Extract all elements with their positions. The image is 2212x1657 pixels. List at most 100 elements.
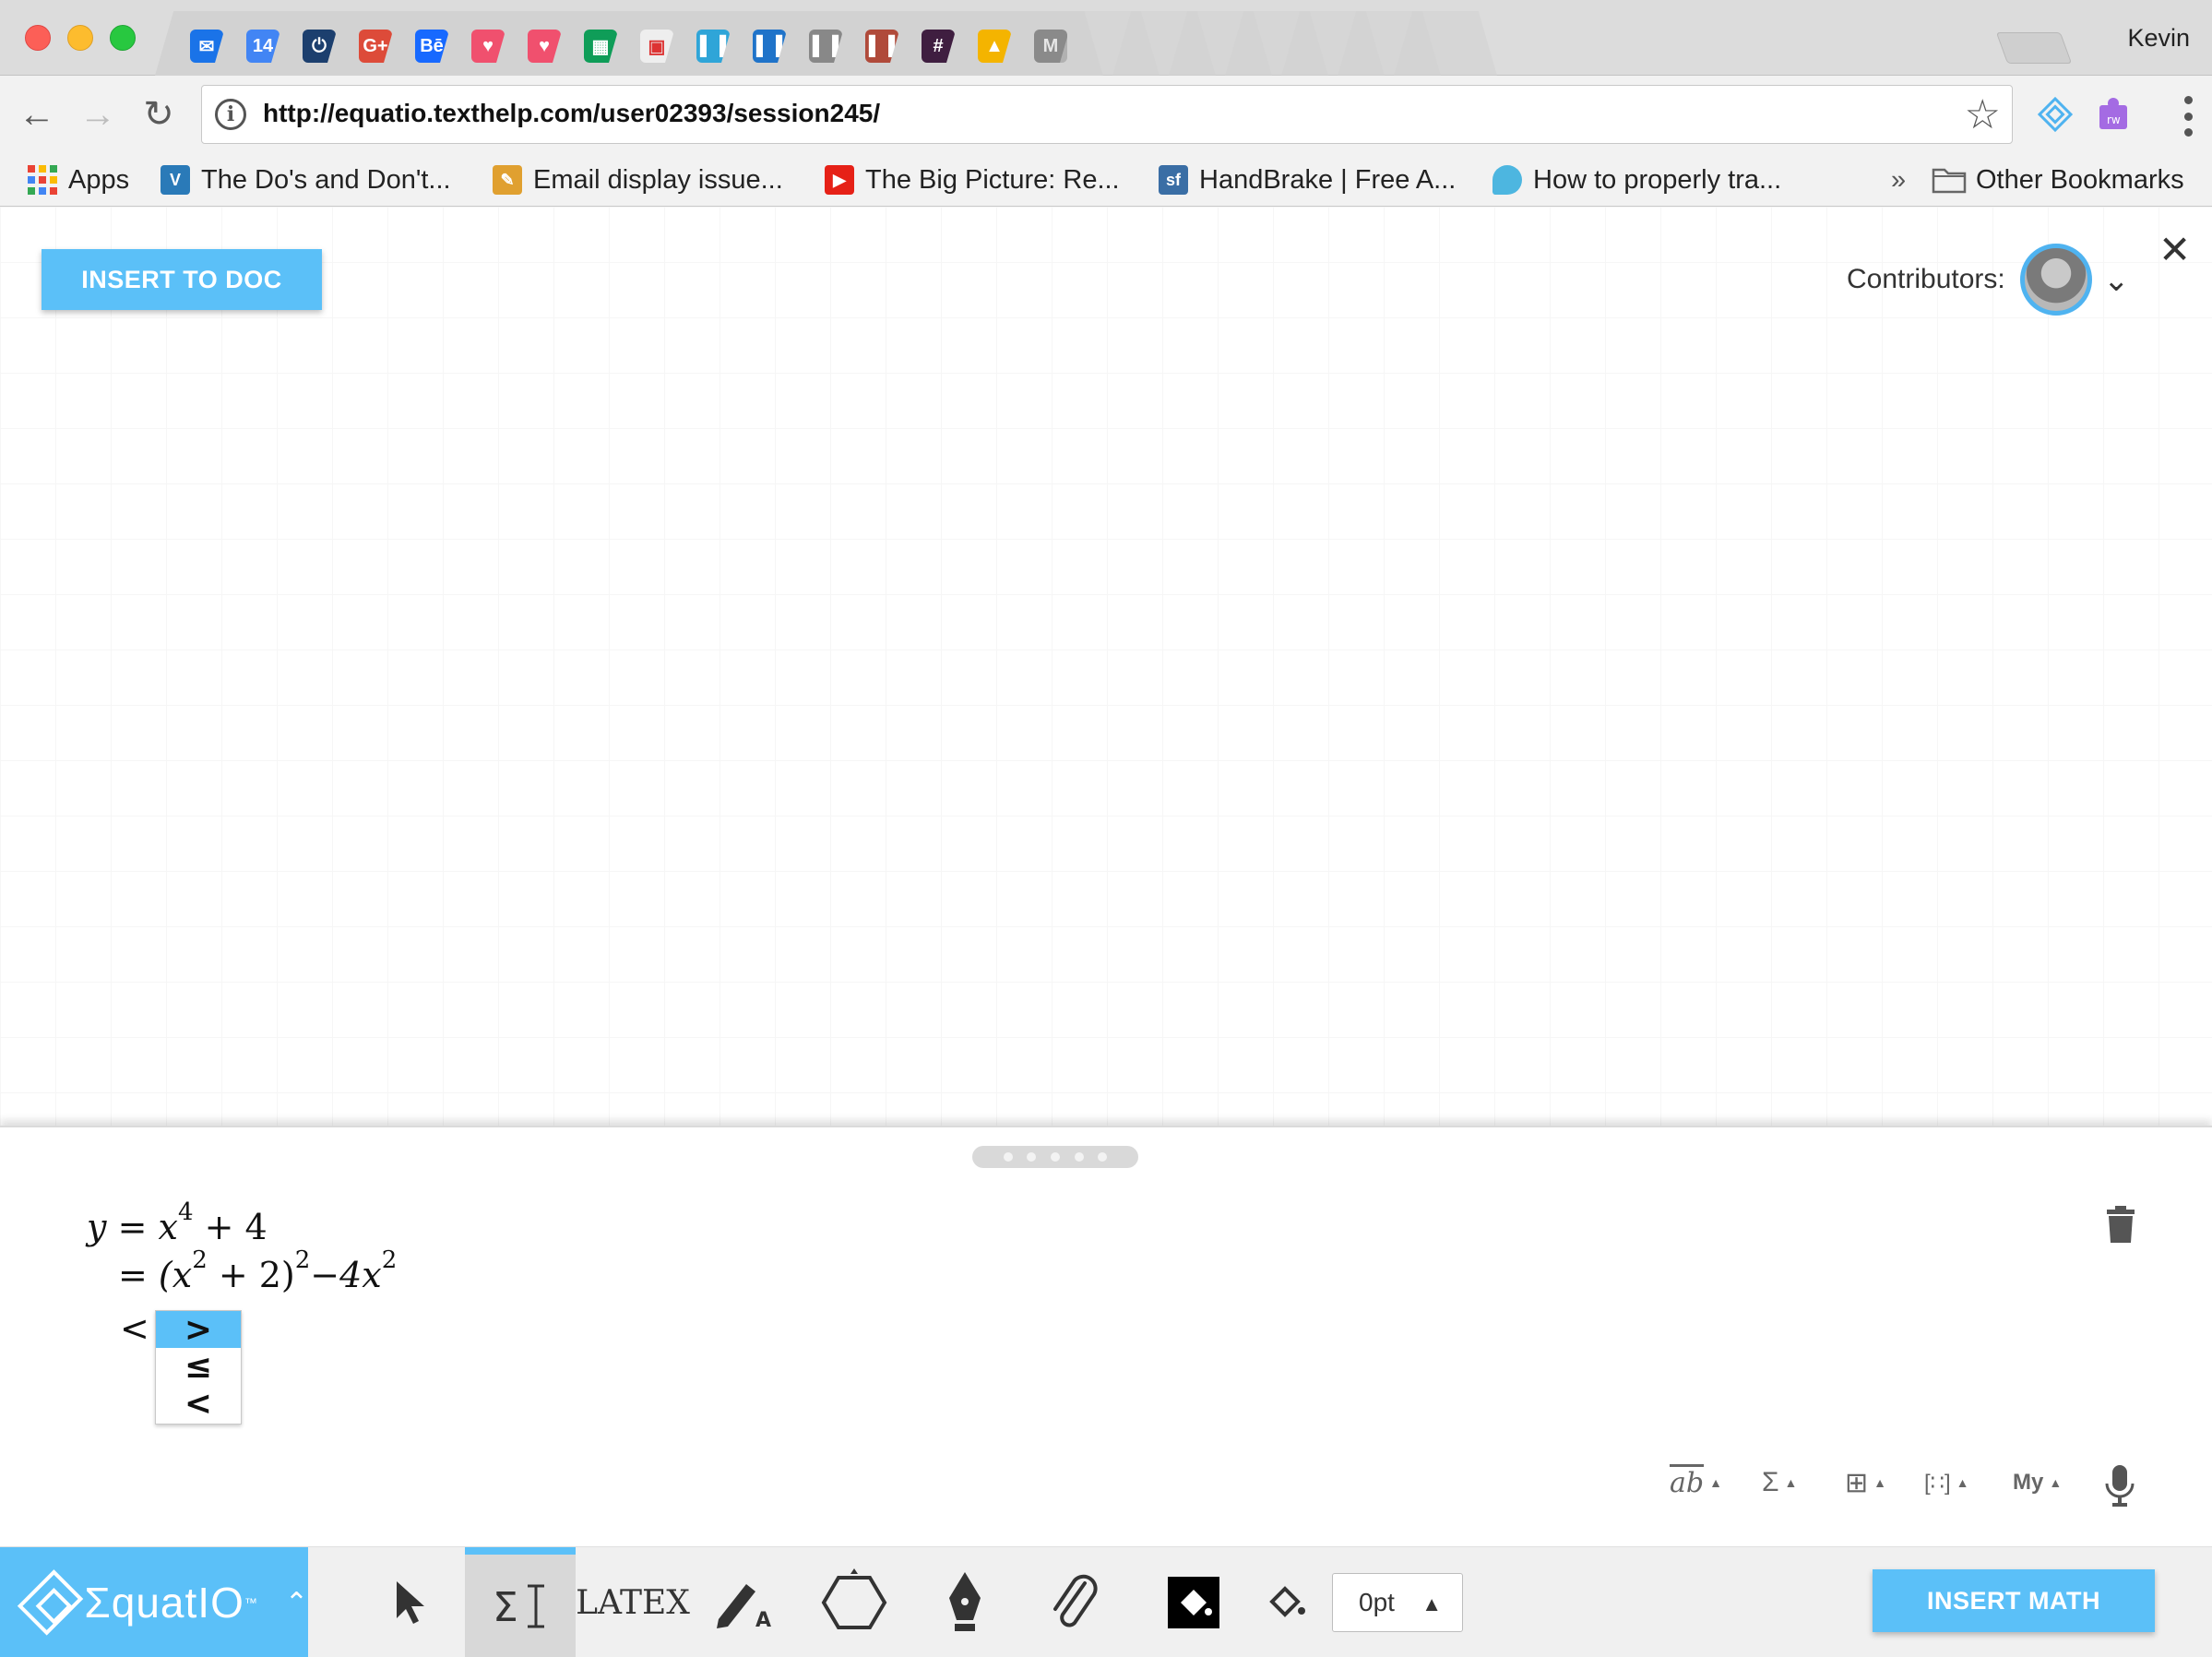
- bookmark-dos-donts[interactable]: V The Do's and Don't...: [161, 161, 451, 199]
- matrix-label: [∷]: [1924, 1470, 1951, 1496]
- triangle-up-icon: ▲: [2049, 1475, 2063, 1490]
- triangle-up-icon: ▲: [1709, 1475, 1722, 1490]
- stroke-width-value: 0pt: [1359, 1588, 1395, 1616]
- dropdown-option[interactable]: >: [156, 1311, 241, 1349]
- triangle-up-icon: ▲: [1956, 1475, 1969, 1490]
- bookmark-label: HandBrake | Free A...: [1199, 164, 1457, 195]
- math-var: x: [158, 1207, 178, 1247]
- bookmark-star-icon[interactable]: ☆: [1965, 91, 2001, 138]
- svg-text:A: A: [755, 1609, 771, 1630]
- bookmark-label: Other Bookmarks: [1976, 164, 2184, 195]
- bookmark-how-to[interactable]: How to properly tra...: [1493, 161, 1781, 199]
- text-format-button[interactable]: ab ▲: [1670, 1460, 1722, 1506]
- svg-text:rw: rw: [2107, 113, 2121, 126]
- my-label: My: [2013, 1470, 2044, 1495]
- dropdown-option[interactable]: <: [156, 1385, 241, 1423]
- maximize-window-button[interactable]: [110, 25, 136, 51]
- insert-to-doc-button[interactable]: INSERT TO DOC: [42, 249, 322, 310]
- attach-tool[interactable]: [1020, 1547, 1131, 1657]
- back-arrow-icon[interactable]: ←: [15, 92, 59, 137]
- triangle-up-icon: ▲: [1784, 1475, 1798, 1490]
- bookmark-label: How to properly tra...: [1533, 164, 1782, 195]
- new-tab-button[interactable]: [1995, 32, 2073, 64]
- sigma-cursor-icon: Σ: [493, 1584, 544, 1631]
- shape-tool[interactable]: [799, 1547, 910, 1657]
- contributors-label: Contributors:: [1847, 264, 2005, 294]
- close-window-button[interactable]: [25, 25, 51, 51]
- math-term: (x: [158, 1255, 193, 1295]
- math-editor-tool[interactable]: Σ: [465, 1547, 576, 1657]
- stroke-color-tool[interactable]: [1251, 1547, 1325, 1657]
- bookmark-email-display[interactable]: ✎ Email display issue...: [493, 161, 783, 199]
- bookmark-label: Apps: [68, 164, 130, 195]
- sigma-label: Σ: [1762, 1467, 1779, 1497]
- bookmark-other-bookmarks[interactable]: Other Bookmarks: [1932, 161, 2184, 199]
- avatar[interactable]: [2020, 244, 2092, 316]
- workspace-canvas[interactable]: INSERT TO DOC Contributors: ⌄ ✕: [0, 207, 2212, 1126]
- cursor-arrow-icon: [397, 1581, 424, 1624]
- equation-line-3-prefix[interactable]: <: [120, 1308, 149, 1349]
- address-bar[interactable]: i http://equatio.texthelp.com/user02393/…: [201, 85, 2013, 144]
- drop-icon: [1493, 165, 1522, 195]
- trademark: ™: [244, 1595, 257, 1610]
- equatio-logo-icon: [17, 1569, 84, 1636]
- bookmark-handbrake[interactable]: sf HandBrake | Free A...: [1159, 161, 1456, 199]
- fill-color-tool[interactable]: [1157, 1547, 1231, 1657]
- svg-text:Σ: Σ: [493, 1584, 518, 1631]
- profile-name[interactable]: Kevin: [2127, 24, 2190, 53]
- bookmarks-overflow-button[interactable]: »: [1891, 161, 1906, 199]
- equatio-brand[interactable]: ΣquatIO ™ ⌃: [0, 1547, 308, 1657]
- pen-tool[interactable]: [910, 1547, 1020, 1657]
- math-editor-panel: y = x4 + 4 = (x2 + 2)2−4x2 < > ≤ < ab ▲ Σ…: [0, 1126, 2212, 1546]
- minimize-window-button[interactable]: [67, 25, 93, 51]
- equation-line-2[interactable]: = (x2 + 2)2−4x2: [118, 1248, 397, 1295]
- v-logo-icon: V: [161, 165, 190, 195]
- math-op: =: [117, 1207, 148, 1247]
- folder-icon: [1932, 168, 1967, 194]
- tab-shape: [1394, 11, 1497, 76]
- chevron-down-icon[interactable]: ⌄: [2103, 262, 2130, 299]
- math-op: =: [118, 1255, 159, 1295]
- bookmark-label: The Big Picture: Re...: [865, 164, 1120, 195]
- triangle-up-icon: ▲: [1421, 1592, 1442, 1615]
- handwriting-tool[interactable]: A: [690, 1547, 801, 1657]
- equation-line-1[interactable]: y = x4 + 4: [87, 1200, 268, 1247]
- my-button[interactable]: My ▲: [2013, 1460, 2062, 1506]
- select-tool[interactable]: [354, 1547, 465, 1657]
- close-icon[interactable]: ✕: [2158, 227, 2191, 272]
- equatio-extension-icon[interactable]: [2033, 92, 2077, 137]
- math-exponent: 2: [381, 1246, 398, 1275]
- bookmark-label: Email display issue...: [533, 164, 783, 195]
- insert-math-button[interactable]: INSERT MATH: [1873, 1569, 2155, 1632]
- browser-menu-icon[interactable]: [2184, 96, 2194, 137]
- symbols-label: ⊞: [1845, 1467, 1869, 1498]
- math-exponent: 2: [294, 1246, 311, 1275]
- browser-tab[interactable]: [1394, 11, 1497, 76]
- info-icon[interactable]: i: [215, 99, 246, 130]
- math-term: −4x: [310, 1255, 382, 1295]
- matrix-button[interactable]: [∷] ▲: [1924, 1460, 1968, 1506]
- email-bookmark-icon: ✎: [493, 165, 522, 195]
- sigma-button[interactable]: Σ ▲: [1762, 1460, 1797, 1506]
- bookmarks-bar: Apps V The Do's and Don't... ✎ Email dis…: [0, 153, 2212, 207]
- url-text[interactable]: http://equatio.texthelp.com/user02393/se…: [263, 99, 880, 128]
- forward-arrow-icon[interactable]: →: [76, 92, 120, 137]
- paint-bucket-icon: [1269, 1586, 1305, 1617]
- bookmark-apps[interactable]: Apps: [28, 161, 129, 199]
- puzzle-extension-icon[interactable]: rw: [2092, 92, 2136, 137]
- trash-icon[interactable]: [2105, 1205, 2136, 1244]
- dropdown-option[interactable]: ≤: [156, 1348, 241, 1386]
- math-var: y: [87, 1207, 107, 1247]
- browser-toolbar: ← → ↻ i http://equatio.texthelp.com/user…: [0, 76, 2212, 161]
- symbols-button[interactable]: ⊞ ▲: [1845, 1460, 1886, 1506]
- microphone-icon[interactable]: [2103, 1463, 2136, 1508]
- brand-name: ΣquatIO: [84, 1579, 244, 1627]
- resize-handle[interactable]: [972, 1146, 1138, 1168]
- math-term: + 2): [207, 1255, 295, 1295]
- chevron-up-icon[interactable]: ⌃: [285, 1587, 308, 1619]
- bookmark-big-picture[interactable]: ▶ The Big Picture: Re...: [825, 161, 1120, 199]
- reload-icon[interactable]: ↻: [137, 92, 181, 137]
- stroke-width-select[interactable]: 0pt ▲: [1332, 1573, 1463, 1632]
- math-exponent: 2: [192, 1246, 208, 1275]
- latex-tool[interactable]: LATEX: [576, 1547, 690, 1657]
